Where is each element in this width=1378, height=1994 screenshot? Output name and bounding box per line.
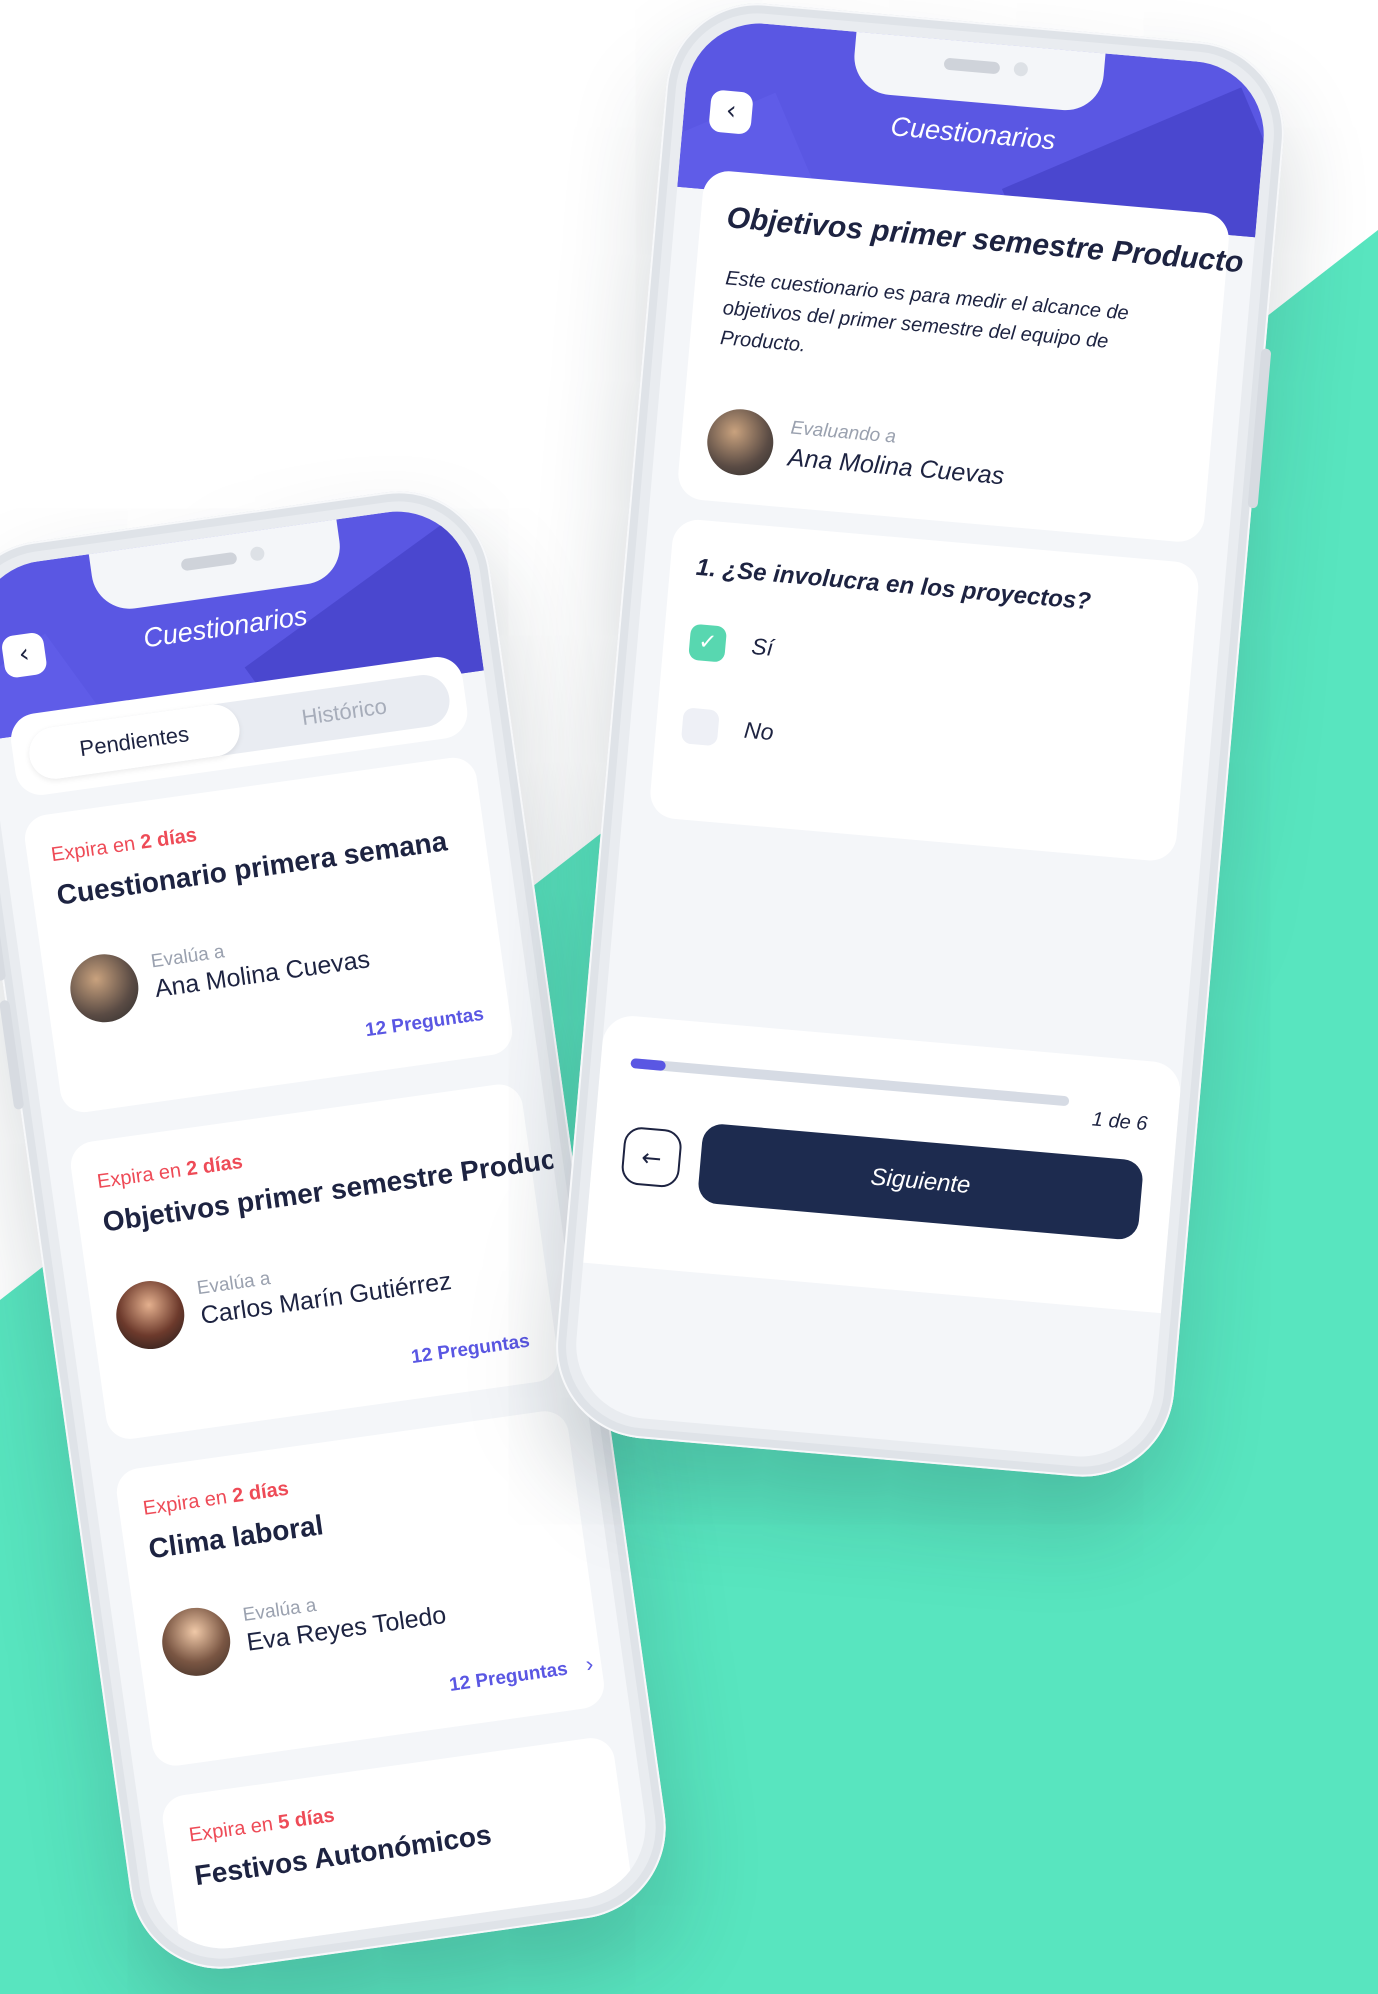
- expiry-label: Expira en 2 días: [49, 824, 199, 867]
- questionnaire-description: Este cuestionario es para medir el alcan…: [719, 267, 1130, 357]
- chevron-right-icon[interactable]: ›: [584, 1651, 595, 1678]
- questions-count[interactable]: 12 Preguntas: [410, 1331, 531, 1369]
- camera: [249, 545, 266, 562]
- footer-panel: 1 de 6 ← Siguiente: [583, 1013, 1183, 1314]
- person-name: Ana Molina Cuevas: [786, 443, 1006, 491]
- questions-count[interactable]: 12 Preguntas: [448, 1659, 569, 1697]
- speaker: [180, 551, 238, 572]
- right-screen: ‹ Cuestionarios Objetivos primer semestr…: [570, 17, 1270, 1463]
- questionnaire-title: Objetivos primer semestre Producto: [725, 201, 1245, 280]
- camera: [1013, 61, 1029, 77]
- card-title: Objetivos primer semestre Producto: [100, 1139, 585, 1238]
- right-phone: ‹ Cuestionarios Objetivos primer semestr…: [548, 0, 1292, 1485]
- speaker: [943, 57, 1001, 75]
- questionnaire-intro-card: Objetivos primer semestre Producto Este …: [676, 169, 1245, 544]
- questionnaire-card[interactable]: Expira en 2 días Cuestionario primera se…: [21, 754, 516, 1116]
- card-title: Clima laboral: [146, 1509, 326, 1565]
- questions-count[interactable]: 12 Preguntas: [364, 1004, 485, 1042]
- questionnaire-card[interactable]: Expira en 2 días Objetivos primer semest…: [67, 1081, 584, 1442]
- questionnaire-card[interactable]: Expira en 2 días Clima laboral Evalúa a …: [113, 1408, 608, 1769]
- option-label: Sí: [750, 633, 775, 661]
- checkbox-checked-icon[interactable]: ✓: [688, 623, 728, 663]
- question-text: 1. ¿Se involucra en los proyectos?: [695, 553, 1092, 616]
- side-button: [0, 870, 7, 982]
- expiry-label: Expira en 5 días: [187, 1804, 336, 1847]
- previous-button[interactable]: ←: [620, 1125, 684, 1189]
- option-label: No: [743, 716, 775, 746]
- checkbox-icon[interactable]: [680, 707, 720, 747]
- next-button[interactable]: Siguiente: [696, 1122, 1145, 1241]
- page-count: 1 de 6: [1091, 1108, 1149, 1136]
- question-card: 1. ¿Se involucra en los proyectos? ✓ Sí …: [648, 517, 1201, 863]
- tab-pendientes[interactable]: Pendientes: [25, 701, 243, 783]
- progress-fill: [630, 1058, 667, 1072]
- avatar: [111, 1276, 189, 1354]
- avatar: [157, 1603, 235, 1681]
- tab-historico[interactable]: Histórico: [236, 672, 453, 753]
- avatar: [65, 949, 143, 1027]
- expiry-label: Expira en 2 días: [95, 1150, 245, 1194]
- option-si[interactable]: ✓ Sí: [688, 623, 774, 664]
- progress-bar: [630, 1058, 1070, 1107]
- expiry-label: Expira en 2 días: [141, 1477, 291, 1520]
- side-button: [0, 999, 25, 1110]
- option-no[interactable]: No: [680, 707, 775, 747]
- avatar: [704, 406, 777, 478]
